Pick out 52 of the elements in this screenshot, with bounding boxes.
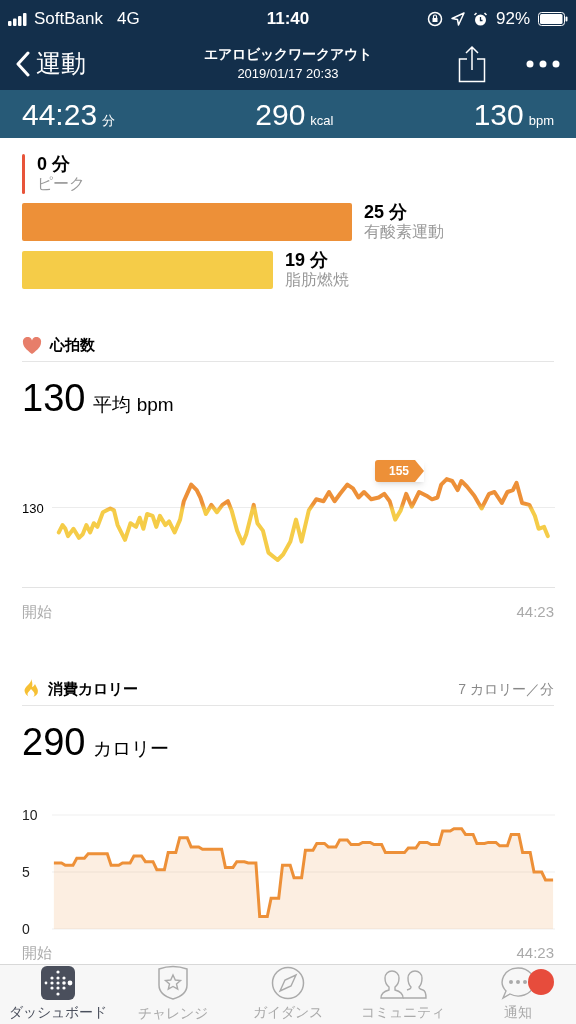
workout-title: エアロビックワークアウト [204, 45, 372, 64]
heart-rate-unit: 平均 bpm [93, 393, 174, 417]
tab-bar-item[interactable]: チャレンジ [115, 965, 231, 1024]
network-type: 4G [117, 8, 140, 31]
section-title: 消費カロリー [48, 678, 138, 699]
battery-percent: 92% [495, 8, 530, 31]
zone-label: 脂肪燃焼 [285, 270, 349, 290]
chevron-left-icon [16, 51, 30, 77]
zone-minutes: 0 分 [37, 154, 71, 174]
axis-end-label: 44:23 [516, 942, 554, 963]
summary-value: 44:23 [22, 96, 98, 133]
axis-label: 5 [22, 863, 30, 880]
summary-value: 130 [473, 96, 524, 133]
back-button[interactable]: 運動 [16, 45, 156, 83]
rotation-lock-icon [426, 11, 443, 27]
calorie-rate: 7 カロリー／分 [458, 679, 554, 699]
average-heart-rate: 130 [22, 376, 86, 421]
alarm-clock-icon [472, 11, 488, 27]
zone-label: 有酸素運動 [364, 222, 444, 242]
tab-bar-item[interactable]: 通知 [460, 965, 576, 1024]
summary-unit: kcal [310, 111, 334, 130]
summary-unit: bpm [528, 111, 554, 130]
tab-bar-item[interactable]: ダッシュボード [0, 965, 116, 1024]
peak-tooltip: 155 [375, 460, 425, 482]
axis-start-label: 開始 [22, 602, 52, 622]
zone-minutes: 19 分 [285, 250, 330, 270]
zone-label: ピーク [37, 174, 85, 194]
compass-icon [271, 966, 305, 1000]
location-arrow-icon [450, 12, 465, 26]
signal-icon [8, 12, 30, 26]
zone-minutes: 25 分 [364, 202, 409, 222]
calorie-unit: カロリー [93, 736, 170, 761]
battery-icon [538, 12, 568, 26]
summary-value: 290 [255, 96, 306, 133]
tab-bar-item[interactable]: コミュニティ [345, 965, 461, 1024]
axis-end-label: 44:23 [516, 602, 554, 622]
tab-bar-item[interactable]: ガイダンス [230, 965, 346, 1024]
heart-icon [22, 336, 42, 355]
axis-label: 10 [22, 806, 38, 823]
more-options-icon[interactable] [526, 60, 560, 68]
axis-label: 0 [22, 920, 30, 937]
share-icon[interactable] [458, 45, 486, 83]
section-title: 心拍数 [50, 335, 95, 356]
carrier-name: SoftBank [34, 8, 103, 31]
shield-star-icon [155, 965, 190, 1001]
axis-label: 130 [22, 500, 44, 518]
flame-icon [22, 678, 40, 700]
clock-time: 11:40 [265, 8, 311, 31]
total-calories: 290 [22, 719, 86, 765]
axis-start-label: 開始 [22, 942, 52, 963]
summary-unit: 分 [102, 111, 116, 130]
workout-date: 2019/01/17 20:33 [237, 65, 339, 83]
